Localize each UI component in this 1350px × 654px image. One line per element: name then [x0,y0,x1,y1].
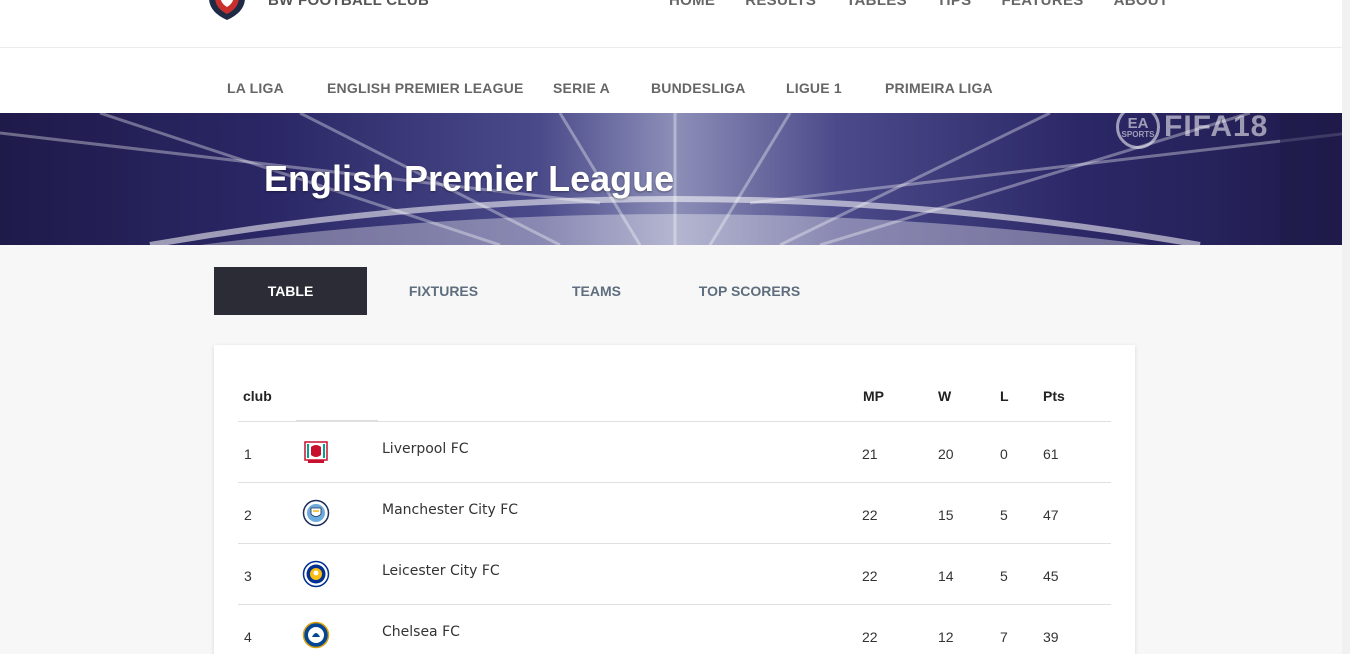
standings-table: club MP W L Pts 1 Liverpool FC 21 20 0 6… [214,345,1135,654]
club-name[interactable]: BW FOOTBALL CLUB [268,0,429,9]
top-header: BW FOOTBALL CLUB HOME RESULTS TABLES TIP… [0,0,1342,48]
ea-sports-logo-icon: EA SPORTS [1116,113,1160,149]
league-nav: LA LIGA ENGLISH PREMIER LEAGUE SERIE A B… [0,48,1342,113]
manchester-city-crest-icon [302,499,330,527]
main-nav: HOME RESULTS TABLES TIPS FEATURES ABOUT [669,0,1198,9]
matches-played: 22 [862,507,878,523]
league-serie-a[interactable]: SERIE A [553,80,610,96]
header-club[interactable]: club [243,388,272,404]
club-name-cell[interactable]: Leicester City FC [382,563,500,579]
league-banner: English Premier League EA SPORTS FIFA18 [0,113,1350,245]
header-l[interactable]: L [1000,388,1009,404]
losses: 5 [1000,507,1008,523]
fifa-text: FIFA18 [1164,113,1269,143]
wins: 12 [938,629,954,645]
row-position: 2 [244,507,252,523]
club-name-cell[interactable]: Manchester City FC [382,502,518,518]
nav-tables[interactable]: TABLES [846,0,907,9]
tab-fixtures[interactable]: FIXTURES [367,267,520,315]
matches-played: 21 [862,446,878,462]
points: 39 [1043,629,1059,645]
losses: 7 [1000,629,1008,645]
nav-home[interactable]: HOME [669,0,715,9]
points: 45 [1043,568,1059,584]
league-ligue-1[interactable]: LIGUE 1 [786,80,842,96]
club-name-cell[interactable]: Liverpool FC [382,441,469,457]
club-name-cell[interactable]: Chelsea FC [382,624,460,640]
table-row[interactable]: 3 Leicester City FC 22 14 5 45 [238,544,1111,605]
row-position: 4 [244,629,252,645]
league-premier-league[interactable]: ENGLISH PREMIER LEAGUE [327,80,524,96]
nav-tips[interactable]: TIPS [937,0,972,9]
header-pts[interactable]: Pts [1043,388,1065,404]
points: 61 [1043,446,1059,462]
wins: 15 [938,507,954,523]
tab-top-scorers[interactable]: TOP SCORERS [673,267,826,315]
league-la-liga[interactable]: LA LIGA [227,80,284,96]
league-bundesliga[interactable]: BUNDESLIGA [651,80,746,96]
chelsea-crest-icon [302,621,330,649]
row-position: 1 [244,446,252,462]
matches-played: 22 [862,568,878,584]
league-primeira-liga[interactable]: PRIMEIRA LIGA [885,80,993,96]
row-position: 3 [244,568,252,584]
matches-played: 22 [862,629,878,645]
header-mp[interactable]: MP [863,388,884,404]
tab-teams[interactable]: TEAMS [520,267,673,315]
table-row[interactable]: 2 Manchester City FC 22 15 5 47 [238,483,1111,544]
club-logo-icon[interactable] [205,0,249,20]
nav-about[interactable]: ABOUT [1114,0,1169,9]
leicester-crest-icon [302,560,330,588]
wins: 20 [938,446,954,462]
tab-table[interactable]: TABLE [214,267,367,315]
points: 47 [1043,507,1059,523]
nav-results[interactable]: RESULTS [745,0,816,9]
section-tabs: TABLE FIXTURES TEAMS TOP SCORERS [214,267,826,315]
page-title: English Premier League [264,158,675,199]
wins: 14 [938,568,954,584]
fifa-watermark: EA SPORTS FIFA18 [1116,113,1268,149]
header-w[interactable]: W [938,388,951,404]
table-row[interactable]: 4 Chelsea FC 22 12 7 39 [238,605,1111,654]
vertical-scrollbar[interactable] [1342,0,1350,654]
table-header: club MP W L Pts [238,345,1111,422]
losses: 0 [1000,446,1008,462]
losses: 5 [1000,568,1008,584]
liverpool-crest-icon [304,441,328,463]
header-divider [296,420,378,421]
table-row[interactable]: 1 Liverpool FC 21 20 0 61 [238,422,1111,483]
nav-features[interactable]: FEATURES [1001,0,1083,9]
